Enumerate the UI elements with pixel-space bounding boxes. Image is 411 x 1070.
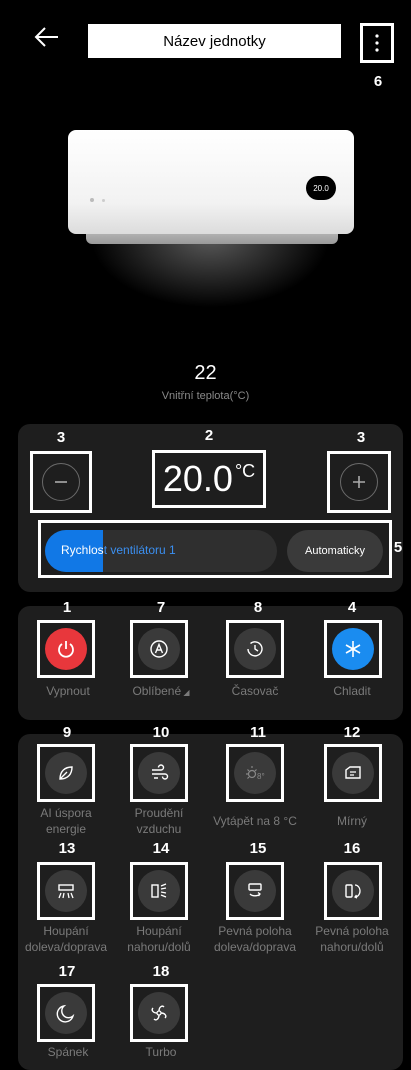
more-vertical-icon [375, 34, 379, 52]
ac-unit-display: 20.0 [306, 176, 336, 200]
heat-8-icon: 8° [234, 752, 276, 794]
gentle-wind-icon [332, 752, 374, 794]
unit-name-title[interactable]: Název jednotky [88, 24, 341, 58]
marker-14: 14 [152, 840, 170, 857]
heat-8-label: Vytápět na 8 °C [213, 814, 297, 828]
a-mode-icon [138, 628, 180, 670]
marker-12: 12 [343, 724, 361, 741]
marker-17: 17 [58, 963, 76, 980]
plus-icon [340, 463, 378, 501]
heat-8-button[interactable]: 8° [226, 744, 284, 802]
swing-left-right-button[interactable] [37, 862, 95, 920]
airflow-button[interactable] [130, 744, 188, 802]
sleep-button[interactable] [37, 984, 95, 1042]
fan-speed-control: Rychlost ventilátoru 1 Automaticky [38, 520, 392, 578]
gentle-wind-button[interactable] [324, 744, 382, 802]
svg-text:8°: 8° [257, 772, 265, 781]
turbo-label: Turbo [145, 1045, 177, 1059]
back-button[interactable] [30, 22, 64, 52]
fan-auto-button[interactable]: Automaticky [287, 530, 383, 572]
marker-18: 18 [152, 963, 170, 980]
target-temperature-value: 20.0 [162, 458, 233, 499]
arrow-left-icon [34, 27, 58, 47]
marker-15: 15 [249, 840, 267, 857]
airflow-glow [90, 238, 330, 308]
decrease-temperature-button[interactable] [30, 451, 92, 513]
power-icon [45, 628, 87, 670]
minus-icon [42, 463, 80, 501]
marker-5: 5 [393, 539, 403, 556]
timer-button[interactable] [226, 620, 284, 678]
marker-10: 10 [152, 724, 170, 741]
fixed-left-right-label: Pevná poloha doleva/doprava [213, 924, 297, 954]
marker-9: 9 [62, 724, 72, 741]
swing-left-right-label: Houpání doleva/doprava [24, 924, 108, 954]
swing-up-down-button[interactable] [130, 862, 188, 920]
swing-up-down-label: Houpání nahoru/dolů [127, 924, 191, 954]
swing-lr-icon [45, 870, 87, 912]
marker-6: 6 [373, 73, 383, 90]
fixed-left-right-button[interactable] [226, 862, 284, 920]
increase-temperature-button[interactable] [327, 451, 391, 513]
marker-16: 16 [343, 840, 361, 857]
snowflake-icon [332, 628, 374, 670]
turbo-icon [138, 992, 180, 1034]
fan-speed-slider[interactable]: Rychlost ventilátoru 1 [45, 530, 277, 572]
fixed-lr-icon [234, 870, 276, 912]
indoor-temperature-label: Vnitřní teplota(°C) [161, 390, 250, 402]
fixed-up-down-label: Pevná poloha nahoru/dolů [315, 924, 389, 954]
timer-label: Časovač [231, 684, 279, 698]
marker-4: 4 [347, 599, 357, 616]
swing-ud-icon [138, 870, 180, 912]
cool-mode-button[interactable] [324, 620, 382, 678]
favorites-button[interactable] [130, 620, 188, 678]
airflow-label: Proudění vzduchu [134, 806, 184, 836]
more-menu-button[interactable] [360, 23, 394, 63]
marker-11: 11 [250, 724, 266, 741]
fan-speed-label: Rychlost ventilátoru 1 [61, 543, 176, 557]
marker-1: 1 [62, 599, 72, 616]
marker-3-minus: 3 [56, 429, 66, 446]
power-off-button[interactable] [37, 620, 95, 678]
sleep-label: Spánek [47, 1045, 89, 1059]
marker-8: 8 [253, 599, 263, 616]
marker-3-plus: 3 [356, 429, 366, 446]
indoor-temperature-value: 22 [194, 362, 217, 384]
turbo-button[interactable] [130, 984, 188, 1042]
target-temperature: 20.0 °C [152, 450, 266, 508]
ai-energy-saving-label: AI úspora energie [40, 806, 92, 836]
fixed-up-down-button[interactable] [324, 862, 382, 920]
marker-2: 2 [204, 427, 214, 444]
favorites-label: Oblíbené ◢ [132, 684, 190, 698]
ai-energy-saving-button[interactable] [37, 744, 95, 802]
moon-icon [45, 992, 87, 1034]
fixed-ud-icon [332, 870, 374, 912]
temperature-unit: °C [234, 460, 256, 481]
leaf-icon [45, 752, 87, 794]
power-off-label: Vypnout [46, 684, 90, 698]
timer-icon [234, 628, 276, 670]
cool-mode-label: Chladit [333, 684, 371, 698]
marker-7: 7 [156, 599, 166, 616]
marker-13: 13 [58, 840, 76, 857]
airflow-icon [138, 752, 180, 794]
gentle-wind-label: Mírný [337, 814, 367, 828]
